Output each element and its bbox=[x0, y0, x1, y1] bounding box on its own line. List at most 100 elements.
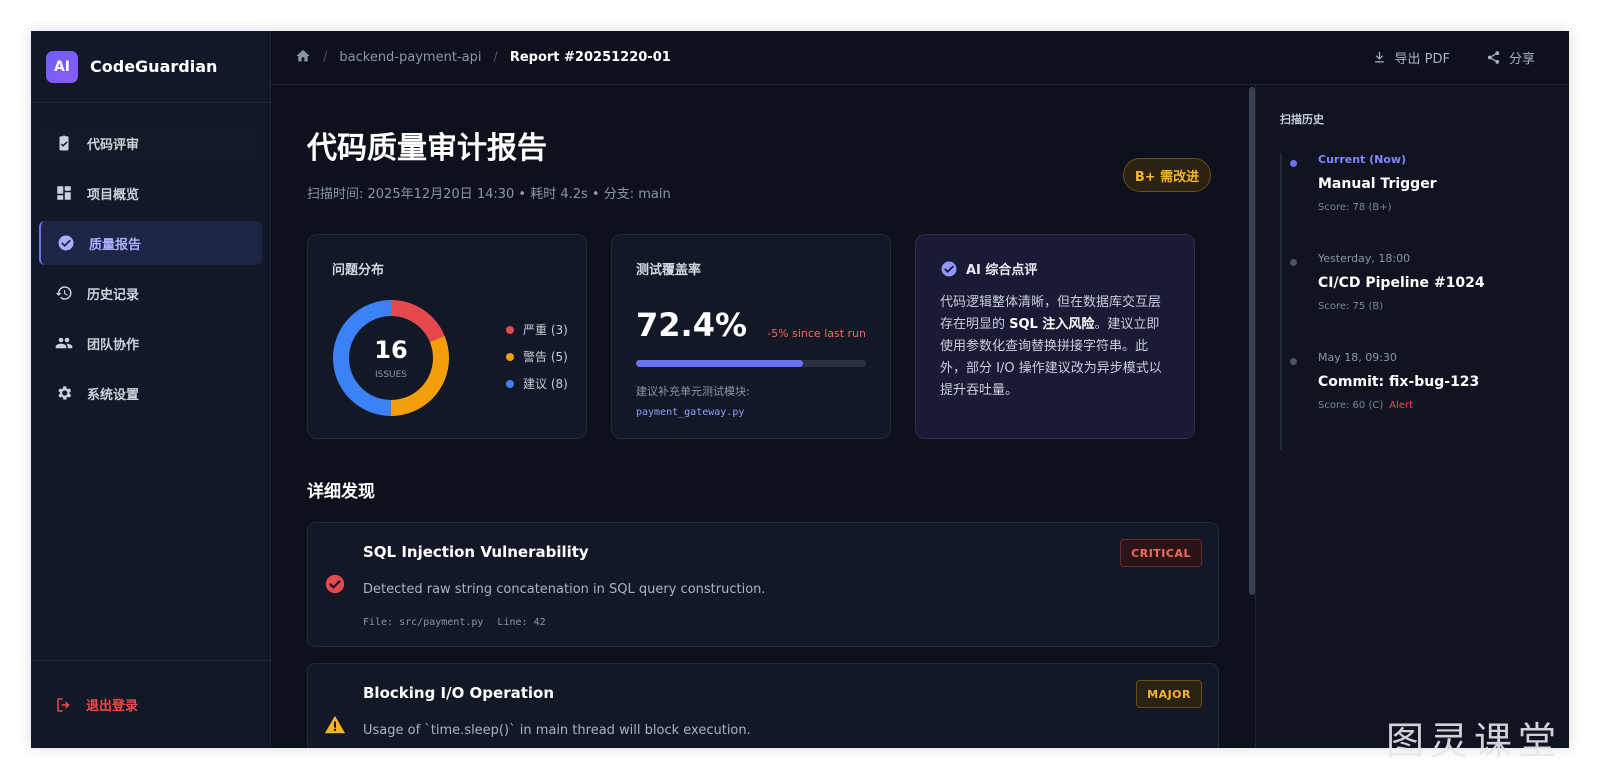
issues-legend: 严重 (3) 警告 (5) 建议 (8) bbox=[506, 321, 568, 402]
legend-item-critical: 严重 (3) bbox=[506, 321, 568, 338]
severity-badge: MAJOR bbox=[1136, 680, 1202, 708]
history-score: Score: 60 (C) Alert bbox=[1318, 400, 1545, 411]
legend-dot bbox=[506, 379, 514, 388]
history-when: Current (Now) bbox=[1318, 153, 1407, 166]
history-score-text: Score: 60 (C) bbox=[1318, 400, 1384, 411]
sidebar: AI CodeGuardian 代码评审 项目概览 质量报告 历史记录 团队协作… bbox=[31, 31, 271, 748]
history-score: Score: 78 (B+) bbox=[1318, 202, 1545, 213]
share-icon bbox=[1487, 51, 1500, 64]
finding-description: Detected raw string concatenation in SQL… bbox=[363, 582, 766, 597]
sidebar-item-overview[interactable]: 项目概览 bbox=[39, 171, 262, 215]
coverage-note: 建议补充单元测试模块: bbox=[636, 385, 750, 398]
legend-label: 警告 (5) bbox=[523, 350, 568, 364]
sidebar-item-quality-report[interactable]: 质量报告 bbox=[39, 221, 262, 265]
history-when: Yesterday, 18:00 bbox=[1318, 252, 1411, 265]
sidebar-item-label: 系统设置 bbox=[87, 387, 140, 403]
finding-file[interactable]: File: src/payment.py bbox=[363, 617, 483, 628]
sidebar-item-code-review[interactable]: 代码评审 bbox=[39, 121, 262, 165]
sidebar-item-label: 历史记录 bbox=[87, 287, 140, 303]
history-timeline: Current (Now) Manual Trigger Score: 78 (… bbox=[1280, 153, 1545, 450]
brand[interactable]: AI CodeGuardian bbox=[31, 31, 270, 103]
legend-dot bbox=[506, 352, 514, 361]
history-score: Score: 75 (B) bbox=[1318, 301, 1545, 312]
error-check-icon bbox=[324, 573, 346, 595]
brand-name: CodeGuardian bbox=[90, 57, 218, 76]
sidebar-nav: 代码评审 项目概览 质量报告 历史记录 团队协作 系统设置 bbox=[31, 103, 270, 421]
history-score-text: Score: 75 (B) bbox=[1318, 301, 1384, 312]
timeline-dot bbox=[1290, 160, 1297, 167]
finding-line: Line: 42 bbox=[497, 617, 546, 628]
finding-card-sql-injection[interactable]: SQL Injection Vulnerability CRITICAL Det… bbox=[307, 522, 1219, 647]
issues-card: 问题分布 16 ISSUES 严重 (3) 警告 (5) 建议 (8) bbox=[307, 234, 587, 439]
history-title: 扫描历史 bbox=[1280, 113, 1324, 126]
sidebar-item-label: 质量报告 bbox=[89, 237, 142, 253]
report-content: 代码质量审计报告 扫描时间: 2025年12月20日 14:30 • 耗时 4.… bbox=[271, 85, 1255, 748]
history-item-pipeline[interactable]: Yesterday, 18:00 CI/CD Pipeline #1024 Sc… bbox=[1282, 252, 1545, 351]
finding-location: File: src/payment.py Line: 42 bbox=[363, 617, 1202, 628]
topbar: / backend-payment-api / Report #20251220… bbox=[271, 31, 1569, 85]
findings-section-title: 详细发现 bbox=[307, 482, 375, 502]
export-pdf-button[interactable]: 导出 PDF bbox=[1372, 48, 1450, 67]
gear-icon bbox=[55, 384, 73, 402]
coverage-card: 测试覆盖率 72.4% -5% since last run 建议补充单元测试模… bbox=[611, 234, 891, 439]
home-icon[interactable] bbox=[295, 48, 311, 68]
clipboard-check-icon bbox=[55, 134, 73, 152]
sidebar-item-label: 项目概览 bbox=[87, 187, 140, 203]
check-circle-icon bbox=[941, 261, 957, 276]
severity-badge: CRITICAL bbox=[1120, 539, 1202, 567]
history-icon bbox=[55, 284, 73, 302]
finding-title: SQL Injection Vulnerability bbox=[363, 543, 589, 561]
coverage-bar-fill bbox=[636, 360, 803, 367]
export-pdf-label: 导出 PDF bbox=[1394, 52, 1450, 67]
history-item-commit[interactable]: May 18, 09:30 Commit: fix-bug-123 Score:… bbox=[1282, 351, 1545, 450]
history-when: May 18, 09:30 bbox=[1318, 351, 1397, 364]
ai-text-highlight: SQL 注入风险 bbox=[1009, 317, 1095, 332]
breadcrumb-project[interactable]: backend-payment-api bbox=[339, 50, 481, 65]
download-icon bbox=[1374, 51, 1384, 63]
breadcrumb-separator: / bbox=[323, 50, 328, 65]
sidebar-item-label: 团队协作 bbox=[87, 337, 140, 353]
legend-label: 严重 (3) bbox=[523, 323, 568, 337]
app-window: AI CodeGuardian 代码评审 项目概览 质量报告 历史记录 团队协作… bbox=[31, 31, 1569, 748]
timeline-dot bbox=[1290, 259, 1297, 266]
timeline-dot bbox=[1290, 358, 1297, 365]
finding-description: Usage of `time.sleep()` in main thread w… bbox=[363, 723, 751, 738]
scan-history-panel: 扫描历史 Current (Now) Manual Trigger Score:… bbox=[1255, 85, 1569, 748]
history-score-text: Score: 78 (B+) bbox=[1318, 202, 1392, 213]
legend-item-warning: 警告 (5) bbox=[506, 348, 568, 365]
top-actions: 导出 PDF 分享 bbox=[1336, 48, 1535, 67]
ai-review-title-text: AI 综合点评 bbox=[966, 263, 1038, 278]
donut-center: 16 ISSUES bbox=[332, 299, 450, 417]
finding-title: Blocking I/O Operation bbox=[363, 684, 555, 702]
logout-label: 退出登录 bbox=[86, 699, 139, 714]
sidebar-item-history[interactable]: 历史记录 bbox=[39, 271, 262, 315]
issues-unit: ISSUES bbox=[374, 370, 408, 380]
history-name: Commit: fix-bug-123 bbox=[1318, 374, 1480, 390]
logout-icon bbox=[57, 697, 70, 712]
logout-button[interactable]: 退出登录 bbox=[31, 660, 270, 748]
finding-card-blocking-io[interactable]: Blocking I/O Operation MAJOR Usage of `t… bbox=[307, 663, 1219, 748]
watermark: 图灵课堂 bbox=[1386, 719, 1563, 763]
history-item-current[interactable]: Current (Now) Manual Trigger Score: 78 (… bbox=[1282, 153, 1545, 252]
main-area: / backend-payment-api / Report #20251220… bbox=[271, 31, 1569, 748]
check-circle-icon bbox=[57, 234, 75, 252]
share-button[interactable]: 分享 bbox=[1486, 48, 1535, 67]
coverage-file[interactable]: payment_gateway.py bbox=[636, 407, 866, 418]
team-icon bbox=[55, 334, 73, 352]
sidebar-item-settings[interactable]: 系统设置 bbox=[39, 371, 262, 415]
issues-card-title: 问题分布 bbox=[332, 263, 385, 278]
dashboard-icon bbox=[55, 184, 73, 202]
ai-review-card: AI 综合点评 代码逻辑整体清晰，但在数据库交互层存在明显的 SQL 注入风险。… bbox=[915, 234, 1195, 439]
legend-item-suggestion: 建议 (8) bbox=[506, 375, 568, 392]
issues-donut: 16 ISSUES bbox=[332, 299, 450, 417]
coverage-card-title: 测试覆盖率 bbox=[636, 263, 702, 278]
share-label: 分享 bbox=[1508, 52, 1535, 67]
legend-dot bbox=[506, 325, 514, 334]
sidebar-item-team[interactable]: 团队协作 bbox=[39, 321, 262, 365]
coverage-bar bbox=[636, 360, 866, 367]
body-row: 代码质量审计报告 扫描时间: 2025年12月20日 14:30 • 耗时 4.… bbox=[271, 85, 1569, 748]
issues-total: 16 bbox=[374, 336, 408, 364]
coverage-delta: -5% since last run bbox=[767, 327, 866, 340]
warning-icon bbox=[324, 714, 346, 736]
scrollbar[interactable] bbox=[1247, 85, 1255, 748]
